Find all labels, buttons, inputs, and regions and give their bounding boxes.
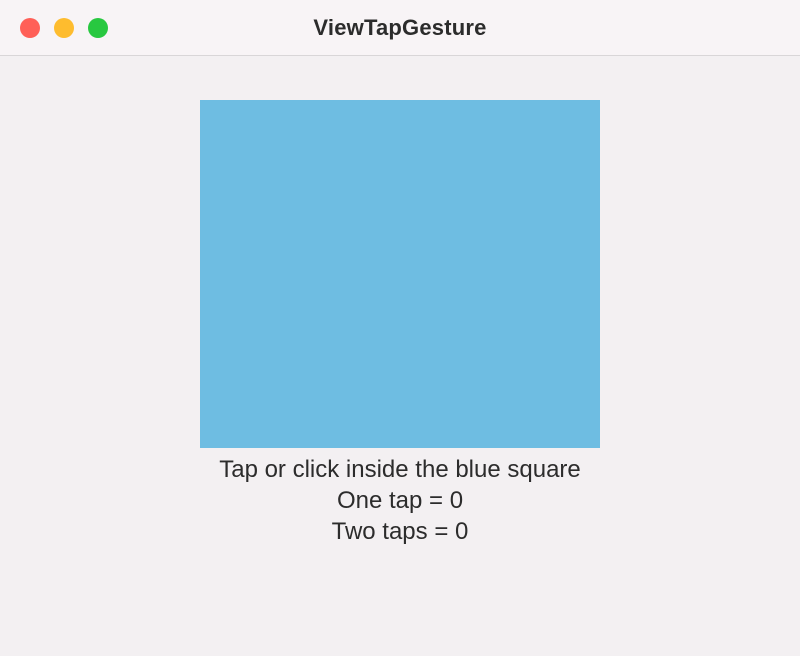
content-area: Tap or click inside the blue square One …: [0, 56, 800, 656]
two-taps-counter: Two taps = 0: [219, 516, 581, 547]
fullscreen-icon[interactable]: [88, 18, 108, 38]
one-tap-prefix: One tap =: [337, 487, 450, 514]
close-icon[interactable]: [20, 18, 40, 38]
two-taps-prefix: Two taps =: [332, 518, 455, 545]
instruction-stack: Tap or click inside the blue square One …: [219, 454, 581, 548]
titlebar: ViewTapGesture: [0, 0, 800, 56]
one-tap-value: 0: [450, 487, 463, 514]
traffic-lights: [20, 18, 108, 38]
minimize-icon[interactable]: [54, 18, 74, 38]
two-taps-value: 0: [455, 518, 468, 545]
one-tap-counter: One tap = 0: [219, 485, 581, 516]
instruction-label: Tap or click inside the blue square: [219, 454, 581, 485]
tap-target-square[interactable]: [200, 100, 600, 448]
window-title: ViewTapGesture: [0, 15, 800, 41]
